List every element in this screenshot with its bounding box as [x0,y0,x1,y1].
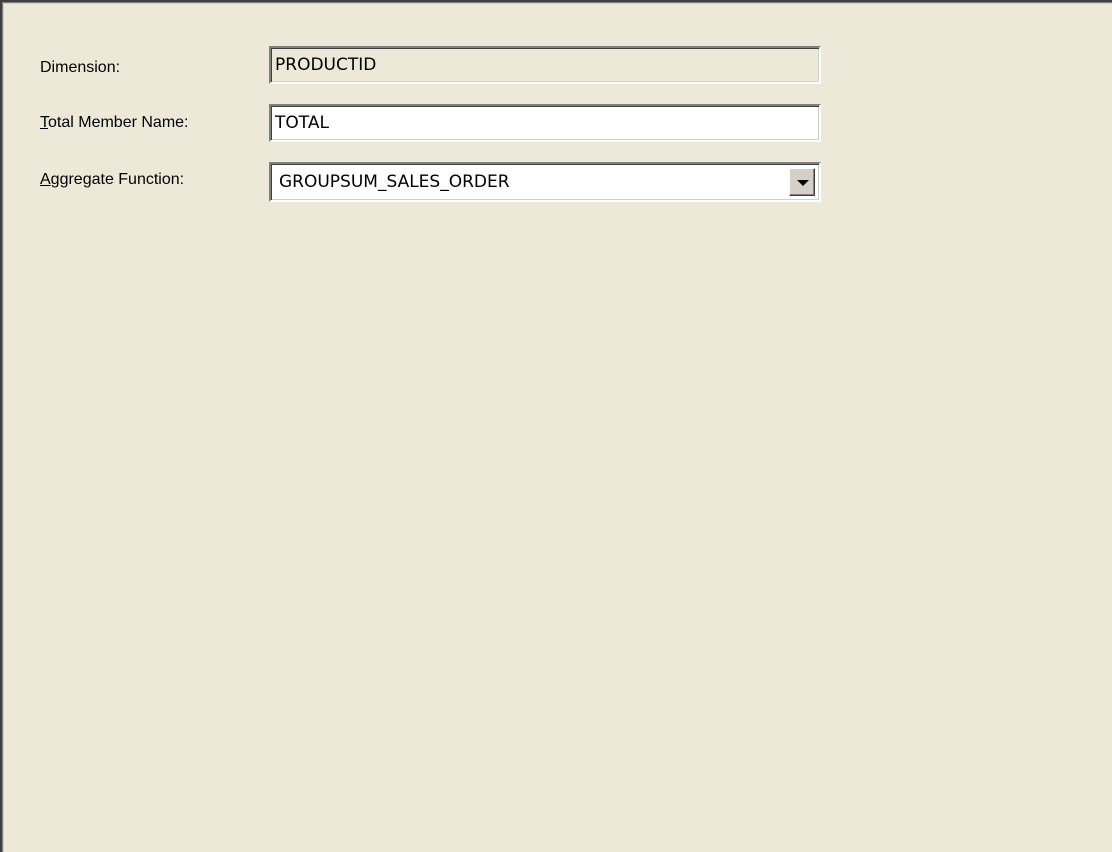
chevron-down-icon [797,180,809,186]
properties-panel: Dimension: Total Member Name: Aggregate … [0,0,1112,852]
aggregate-function-accelerator: A [40,171,51,188]
total-member-name-field[interactable] [269,104,821,142]
dimension-label: Dimension: [40,59,120,77]
total-member-name-accelerator: T [40,114,48,131]
dimension-label-text: Dimension: [40,59,121,76]
total-member-name-label-text: otal Member Name: [48,114,189,131]
total-member-name-label: Total Member Name: [40,114,189,132]
aggregate-function-value: GROUPSUM_SALES_ORDER [279,172,510,192]
dimension-field[interactable] [269,46,821,84]
aggregate-function-label-text: ggregate Function: [50,171,185,188]
aggregate-function-dropdown-button[interactable] [789,168,815,196]
aggregate-function-label: Aggregate Function: [40,171,184,189]
aggregate-function-select[interactable]: GROUPSUM_SALES_ORDER [269,162,821,202]
